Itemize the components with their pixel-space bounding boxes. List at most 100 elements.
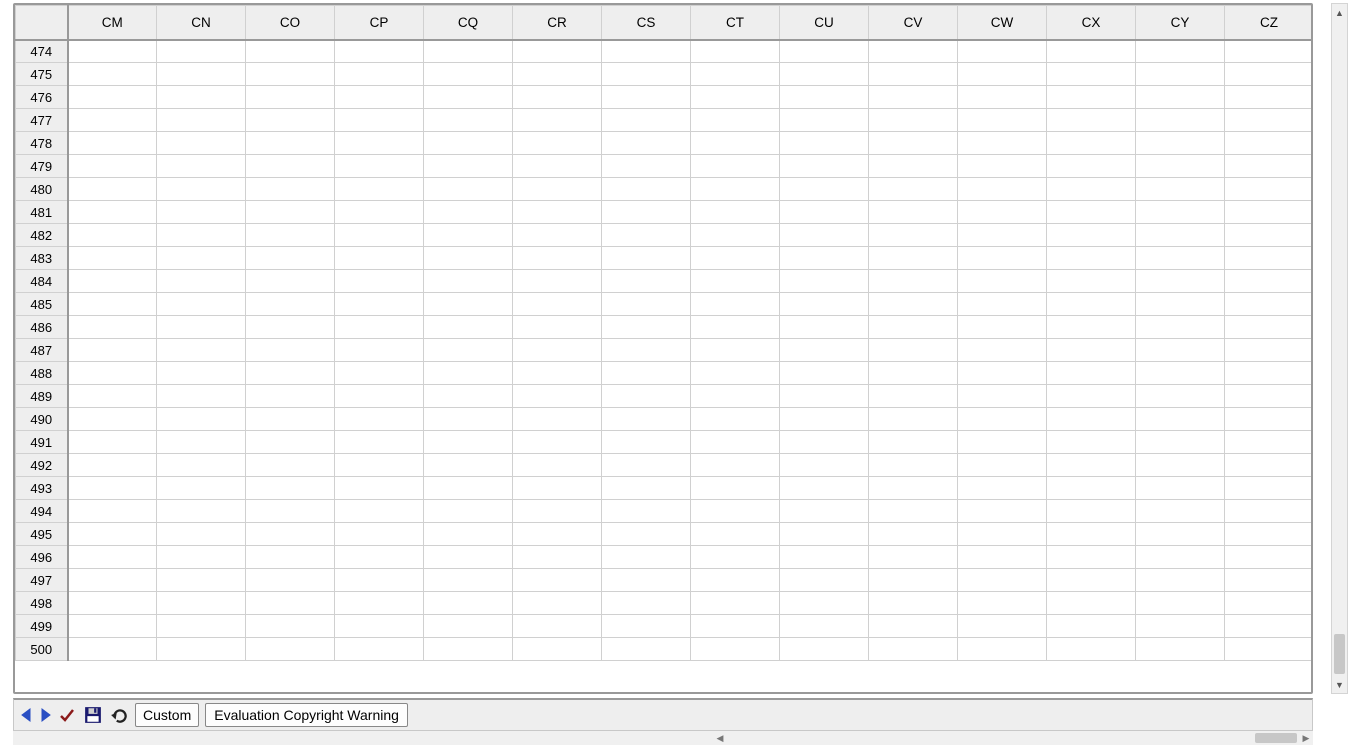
- cell[interactable]: [869, 86, 958, 109]
- cell[interactable]: [1136, 86, 1225, 109]
- cell[interactable]: [869, 638, 958, 661]
- cell[interactable]: [335, 201, 424, 224]
- cell[interactable]: [958, 247, 1047, 270]
- cell[interactable]: [513, 293, 602, 316]
- cell[interactable]: [691, 224, 780, 247]
- cell[interactable]: [691, 592, 780, 615]
- cell[interactable]: [1047, 592, 1136, 615]
- row-header[interactable]: 475: [16, 63, 68, 86]
- cell[interactable]: [1136, 270, 1225, 293]
- cell[interactable]: [424, 546, 513, 569]
- cell[interactable]: [68, 86, 157, 109]
- cell[interactable]: [335, 293, 424, 316]
- cell[interactable]: [424, 339, 513, 362]
- cell[interactable]: [869, 362, 958, 385]
- cell[interactable]: [424, 638, 513, 661]
- cell[interactable]: [1225, 592, 1314, 615]
- save-button[interactable]: [84, 706, 102, 724]
- cell[interactable]: [691, 362, 780, 385]
- cell[interactable]: [958, 385, 1047, 408]
- cell[interactable]: [1047, 339, 1136, 362]
- cell[interactable]: [958, 155, 1047, 178]
- cell[interactable]: [68, 316, 157, 339]
- cell[interactable]: [424, 615, 513, 638]
- cell[interactable]: [1225, 431, 1314, 454]
- cell[interactable]: [958, 40, 1047, 63]
- cell[interactable]: [869, 178, 958, 201]
- row-header[interactable]: 477: [16, 109, 68, 132]
- cell[interactable]: [424, 569, 513, 592]
- cell[interactable]: [958, 63, 1047, 86]
- cell[interactable]: [335, 40, 424, 63]
- cell[interactable]: [335, 247, 424, 270]
- cell[interactable]: [246, 201, 335, 224]
- cell[interactable]: [780, 247, 869, 270]
- cell[interactable]: [335, 500, 424, 523]
- cell[interactable]: [68, 638, 157, 661]
- cell[interactable]: [602, 109, 691, 132]
- cell[interactable]: [424, 86, 513, 109]
- cell[interactable]: [68, 270, 157, 293]
- cell[interactable]: [513, 385, 602, 408]
- cell[interactable]: [958, 477, 1047, 500]
- cell[interactable]: [780, 454, 869, 477]
- cell[interactable]: [869, 523, 958, 546]
- cell[interactable]: [68, 224, 157, 247]
- cell[interactable]: [1047, 63, 1136, 86]
- cell[interactable]: [68, 546, 157, 569]
- cell[interactable]: [424, 293, 513, 316]
- cell[interactable]: [157, 293, 246, 316]
- horizontal-scrollbar[interactable]: ◀ ▶: [13, 731, 1313, 745]
- cell[interactable]: [335, 615, 424, 638]
- cell[interactable]: [869, 155, 958, 178]
- cell[interactable]: [246, 385, 335, 408]
- cell[interactable]: [869, 339, 958, 362]
- cell[interactable]: [958, 615, 1047, 638]
- cell[interactable]: [1136, 40, 1225, 63]
- cell[interactable]: [780, 592, 869, 615]
- cell[interactable]: [1225, 362, 1314, 385]
- cell[interactable]: [780, 132, 869, 155]
- cell[interactable]: [602, 178, 691, 201]
- cell[interactable]: [602, 339, 691, 362]
- row-header[interactable]: 487: [16, 339, 68, 362]
- cell[interactable]: [691, 40, 780, 63]
- cell[interactable]: [513, 408, 602, 431]
- cell[interactable]: [1225, 339, 1314, 362]
- cell[interactable]: [602, 546, 691, 569]
- cell[interactable]: [602, 86, 691, 109]
- cell[interactable]: [246, 546, 335, 569]
- row-header[interactable]: 478: [16, 132, 68, 155]
- cell[interactable]: [869, 293, 958, 316]
- cell[interactable]: [157, 546, 246, 569]
- cell[interactable]: [246, 477, 335, 500]
- cell[interactable]: [68, 40, 157, 63]
- col-header[interactable]: CW: [958, 6, 1047, 40]
- cell[interactable]: [780, 500, 869, 523]
- cell[interactable]: [602, 408, 691, 431]
- grid-viewport[interactable]: CM CN CO CP CQ CR CS CT CU CV CW CX CY C…: [13, 3, 1313, 694]
- cell[interactable]: [68, 201, 157, 224]
- row-header[interactable]: 494: [16, 500, 68, 523]
- cell[interactable]: [157, 247, 246, 270]
- spreadsheet-grid[interactable]: CM CN CO CP CQ CR CS CT CU CV CW CX CY C…: [15, 5, 1313, 661]
- cell[interactable]: [68, 293, 157, 316]
- row-header[interactable]: 481: [16, 201, 68, 224]
- cell[interactable]: [691, 477, 780, 500]
- cell[interactable]: [513, 155, 602, 178]
- cell[interactable]: [246, 86, 335, 109]
- cell[interactable]: [1136, 615, 1225, 638]
- cell[interactable]: [157, 132, 246, 155]
- cell[interactable]: [513, 569, 602, 592]
- cell[interactable]: [513, 109, 602, 132]
- cell[interactable]: [1225, 178, 1314, 201]
- cell[interactable]: [335, 155, 424, 178]
- cell[interactable]: [513, 615, 602, 638]
- cell[interactable]: [1225, 86, 1314, 109]
- cell[interactable]: [958, 339, 1047, 362]
- cell[interactable]: [691, 385, 780, 408]
- cell[interactable]: [335, 339, 424, 362]
- cell[interactable]: [335, 546, 424, 569]
- cell[interactable]: [602, 477, 691, 500]
- cell[interactable]: [424, 109, 513, 132]
